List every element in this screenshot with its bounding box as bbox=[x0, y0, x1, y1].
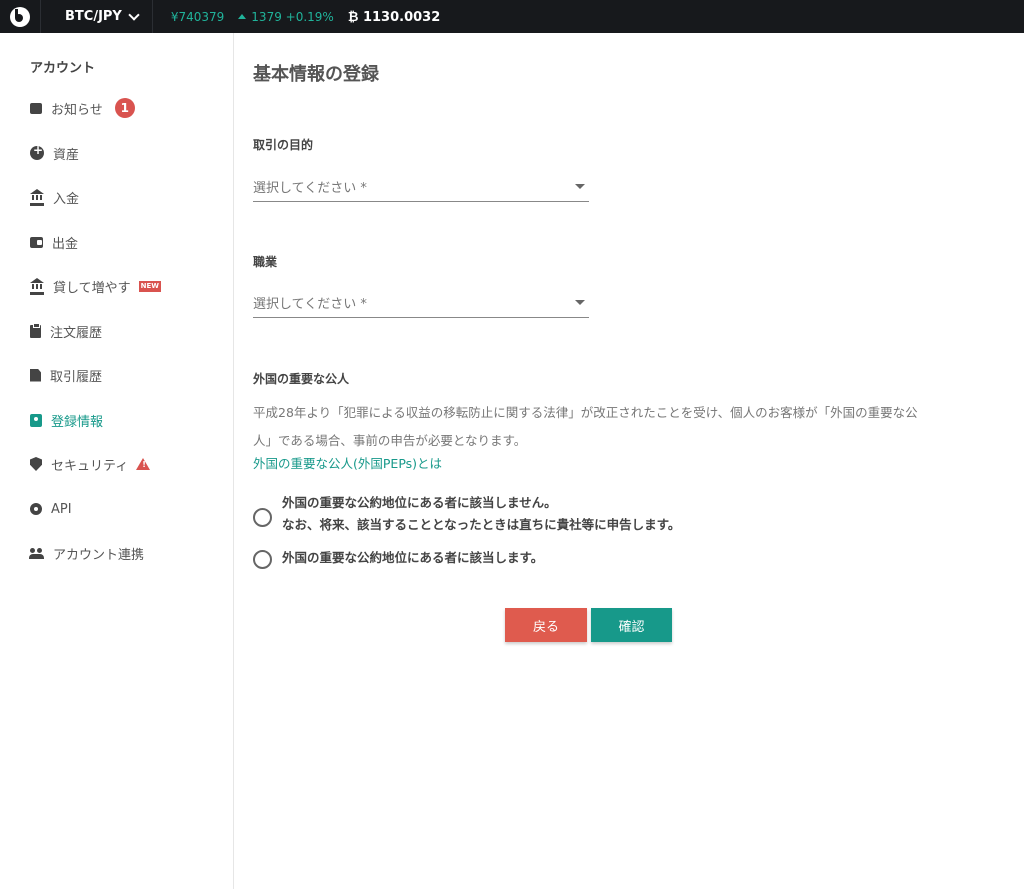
sidebar-item-lending[interactable]: 貸して増やす NEW bbox=[30, 274, 161, 298]
chevron-down-icon bbox=[128, 8, 140, 21]
plus-circle-icon bbox=[30, 143, 44, 160]
sidebar-item-trade-history[interactable]: 取引履歴 bbox=[30, 363, 102, 387]
radio-label-line2: なお、将来、該当することとなったときは直ちに貴社等に申告します。 bbox=[282, 517, 681, 532]
price-change-value: 1379 +0.19% bbox=[251, 9, 334, 24]
peps-info-link[interactable]: 外国の重要な公人(外国PEPs)とは bbox=[253, 453, 442, 472]
ticker: ¥740379 1379 +0.19% ₿ 1130.0032 bbox=[171, 9, 440, 25]
sidebar-item-withdraw[interactable]: 出金 bbox=[30, 230, 78, 254]
sidebar-item-label: API bbox=[51, 501, 72, 517]
pair-label: BTC/JPY bbox=[65, 9, 122, 24]
gear-icon bbox=[30, 503, 42, 515]
peps-description: 平成28年より「犯罪による収益の移転防止に関する法律」が改正されたことを受け、個… bbox=[253, 405, 918, 448]
confirm-button[interactable]: 確認 bbox=[591, 608, 672, 642]
warning-icon: ! bbox=[136, 458, 151, 470]
sidebar-item-account-link[interactable]: アカウント連携 bbox=[29, 541, 145, 565]
wallet-icon bbox=[30, 236, 43, 248]
sidebar-item-label: 入金 bbox=[53, 191, 80, 207]
dropdown-caret-icon bbox=[575, 183, 585, 189]
shield-icon bbox=[30, 457, 42, 471]
purpose-select[interactable]: 選択してください * bbox=[253, 171, 589, 202]
radio-not-applicable[interactable]: 外国の重要な公約地位にある者に該当しません。 なお、将来、該当することとなったと… bbox=[253, 492, 680, 536]
notification-badge: 1 bbox=[114, 98, 135, 118]
sidebar-item-label: 出金 bbox=[52, 236, 79, 252]
clipboard-icon bbox=[30, 322, 41, 338]
radio-label-line1: 外国の重要な公約地位にある者に該当しません。 bbox=[282, 495, 557, 510]
sidebar-item-label: お知らせ bbox=[51, 102, 103, 118]
occupation-label: 職業 bbox=[253, 255, 278, 269]
radio-circle[interactable] bbox=[253, 508, 272, 527]
sidebar-item-api[interactable]: API bbox=[30, 497, 72, 521]
sidebar-item-registration[interactable]: 登録情報 bbox=[30, 408, 103, 432]
back-button[interactable]: 戻る bbox=[505, 608, 587, 642]
sidebar-item-label: セキュリティ bbox=[51, 458, 129, 474]
sidebar: アカウント お知らせ 1 資産 入金 出金 貸して増やす NEW 注文履歴 取引… bbox=[0, 33, 234, 889]
sidebar-item-assets[interactable]: 資産 bbox=[30, 141, 79, 165]
main-content: 基本情報の登録 取引の目的 選択してください * 職業 選択してください * 外… bbox=[253, 33, 1013, 889]
chat-icon bbox=[30, 102, 42, 114]
sidebar-item-order-history[interactable]: 注文履歴 bbox=[30, 319, 102, 343]
page-title: 基本情報の登録 bbox=[253, 64, 379, 85]
radio-label: 外国の重要な公約地位にある者に該当しません。 なお、将来、該当することとなったと… bbox=[282, 492, 680, 536]
sidebar-item-label: 注文履歴 bbox=[50, 325, 103, 341]
price-value: ¥740379 bbox=[170, 9, 225, 24]
price-change: 1379 +0.19% bbox=[238, 10, 334, 24]
sidebar-item-label: 取引履歴 bbox=[50, 369, 103, 385]
radio-applicable[interactable]: 外国の重要な公約地位にある者に該当します。 bbox=[253, 547, 543, 569]
sidebar-item-security[interactable]: セキュリティ ! bbox=[30, 452, 151, 476]
new-badge: NEW bbox=[138, 280, 161, 292]
purpose-placeholder: 選択してください * bbox=[253, 180, 367, 196]
occupation-placeholder: 選択してください * bbox=[253, 296, 367, 312]
dropdown-caret-icon bbox=[575, 299, 585, 305]
logo-icon[interactable] bbox=[0, 0, 41, 33]
sidebar-item-label: 貸して増やす bbox=[53, 280, 131, 296]
btc-balance: ₿ 1130.0032 bbox=[347, 9, 441, 25]
purpose-label: 取引の目的 bbox=[253, 138, 314, 152]
sidebar-item-label: 資産 bbox=[53, 147, 80, 163]
radio-label: 外国の重要な公約地位にある者に該当します。 bbox=[282, 550, 544, 565]
document-icon bbox=[30, 368, 41, 382]
bank-icon bbox=[30, 277, 44, 295]
sidebar-item-deposit[interactable]: 入金 bbox=[30, 185, 79, 209]
top-bar: BTC/JPY ¥740379 1379 +0.19% ₿ 1130.0032 bbox=[0, 0, 1024, 33]
peps-label: 外国の重要な公人 bbox=[253, 372, 350, 386]
pair-selector[interactable]: BTC/JPY bbox=[41, 0, 153, 33]
btc-balance-value: 1130.0032 bbox=[362, 9, 441, 25]
occupation-select[interactable]: 選択してください * bbox=[253, 287, 589, 318]
arrow-up-icon bbox=[238, 13, 247, 19]
bank-icon bbox=[30, 188, 44, 206]
sidebar-heading: アカウント bbox=[30, 61, 96, 76]
people-icon bbox=[29, 546, 44, 560]
badge-icon bbox=[30, 413, 42, 427]
sidebar-item-label: 登録情報 bbox=[51, 414, 104, 430]
sidebar-item-label: アカウント連携 bbox=[53, 547, 145, 563]
radio-circle[interactable] bbox=[253, 550, 272, 569]
sidebar-item-notifications[interactable]: お知らせ 1 bbox=[30, 96, 135, 120]
